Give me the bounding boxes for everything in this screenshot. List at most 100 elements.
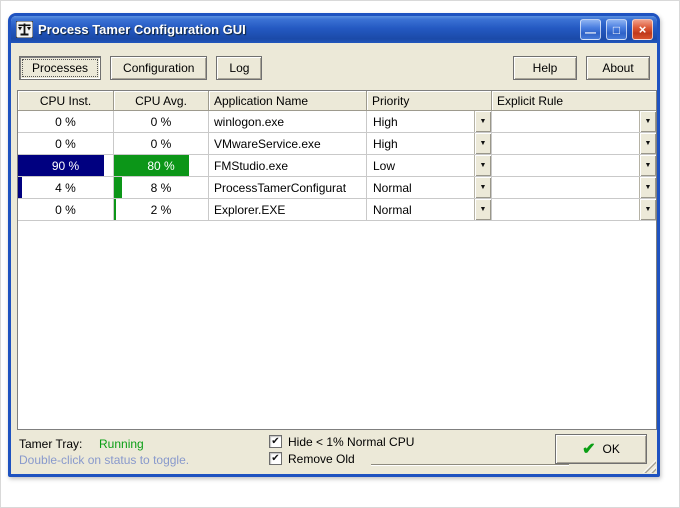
cpu-inst-cell: 90 %	[18, 155, 114, 176]
tab-processes[interactable]: Processes	[19, 56, 102, 80]
hide-normal-cpu-checkbox[interactable]: ✔ Hide < 1% Normal CPU	[269, 433, 414, 450]
priority-cell: High ▼	[367, 133, 492, 154]
cpu-avg-cell: 2 %	[114, 199, 209, 220]
cpu-avg-cell: 0 %	[114, 111, 209, 132]
table-row[interactable]: 0 % 2 % Explorer.EXE Normal ▼ ▼	[18, 199, 656, 221]
table-header: CPU Inst. CPU Avg. Application Name Prio…	[18, 91, 656, 111]
priority-cell: High ▼	[367, 111, 492, 132]
chevron-down-icon[interactable]: ▼	[639, 199, 656, 220]
checkbox-label: Remove Old	[288, 451, 355, 466]
title-bar[interactable]: Process Tamer Configuration GUI — □ ×	[11, 16, 657, 43]
explicit-rule-dropdown[interactable]: ▼	[492, 177, 656, 198]
priority-dropdown[interactable]: Low ▼	[367, 155, 491, 176]
client-area: Processes Configuration Log Help About C…	[11, 43, 657, 474]
explicit-rule-cell: ▼	[492, 199, 656, 220]
priority-dropdown[interactable]: Normal ▼	[367, 199, 491, 220]
column-header-priority[interactable]: Priority	[367, 91, 492, 110]
minimize-button[interactable]: —	[580, 19, 601, 40]
chevron-down-icon[interactable]: ▼	[474, 155, 491, 176]
chevron-down-icon[interactable]: ▼	[474, 133, 491, 154]
cpu-inst-value: 0 %	[55, 202, 76, 217]
cpu-inst-bar	[18, 177, 22, 198]
priority-value: Low	[373, 158, 396, 173]
explicit-rule-cell: ▼	[492, 133, 656, 154]
tray-status-label: Tamer Tray:	[19, 437, 83, 451]
chevron-down-icon[interactable]: ▼	[639, 111, 656, 132]
explicit-rule-dropdown[interactable]: ▼	[492, 133, 656, 154]
explicit-rule-dropdown[interactable]: ▼	[492, 111, 656, 132]
priority-dropdown[interactable]: High ▼	[367, 111, 491, 132]
table-row[interactable]: 0 % 0 % VMwareService.exe High ▼ ▼	[18, 133, 656, 155]
footer-divider	[371, 464, 569, 466]
tray-status-hint: Double-click on status to toggle.	[19, 453, 190, 467]
priority-value: Normal	[373, 180, 412, 195]
cpu-avg-bar	[114, 199, 116, 220]
ok-button-label: OK	[602, 442, 620, 456]
table-row[interactable]: 90 % 80 % FMStudio.exe Low ▼ ▼	[18, 155, 656, 177]
checkbox-label: Hide < 1% Normal CPU	[288, 434, 415, 449]
cpu-avg-value: 0 %	[150, 114, 172, 129]
application-name-cell: ProcessTamerConfigurat	[209, 177, 367, 198]
chevron-down-icon[interactable]: ▼	[639, 177, 656, 198]
chevron-down-icon[interactable]: ▼	[474, 111, 491, 132]
chevron-down-icon[interactable]: ▼	[639, 155, 656, 176]
tab-configuration[interactable]: Configuration	[110, 56, 208, 80]
application-name-cell: FMStudio.exe	[209, 155, 367, 176]
priority-cell: Low ▼	[367, 155, 492, 176]
cpu-inst-value: 90 %	[51, 158, 80, 173]
cpu-avg-value: 8 %	[150, 180, 172, 195]
application-name-cell: winlogon.exe	[209, 111, 367, 132]
cpu-avg-cell: 8 %	[114, 177, 209, 198]
tray-status-value[interactable]: Running	[99, 437, 144, 451]
about-button[interactable]: About	[586, 56, 650, 80]
cpu-inst-cell: 4 %	[18, 177, 114, 198]
cpu-avg-cell: 80 %	[114, 155, 209, 176]
cpu-avg-bar	[114, 177, 122, 198]
tab-bar: Processes Configuration Log	[19, 56, 263, 80]
page-background: Process Tamer Configuration GUI — □ × Pr…	[0, 0, 680, 508]
column-header-explicit-rule[interactable]: Explicit Rule	[492, 91, 656, 110]
table-row[interactable]: 4 % 8 % ProcessTamerConfigurat Normal ▼	[18, 177, 656, 199]
checkbox-check-icon[interactable]: ✔	[269, 435, 282, 448]
application-name-cell: Explorer.EXE	[209, 199, 367, 220]
table-row[interactable]: 0 % 0 % winlogon.exe High ▼ ▼	[18, 111, 656, 133]
app-window: Process Tamer Configuration GUI — □ × Pr…	[8, 13, 660, 477]
priority-cell: Normal ▼	[367, 199, 492, 220]
column-header-cpu-avg[interactable]: CPU Avg.	[114, 91, 209, 110]
explicit-rule-dropdown[interactable]: ▼	[492, 199, 656, 220]
help-button[interactable]: Help	[513, 56, 577, 80]
cpu-inst-cell: 0 %	[18, 111, 114, 132]
top-right-buttons: Help About	[513, 56, 650, 80]
chevron-down-icon[interactable]: ▼	[474, 177, 491, 198]
priority-value: Normal	[373, 202, 412, 217]
ok-button[interactable]: ✔ OK	[555, 434, 647, 464]
maximize-button[interactable]: □	[606, 19, 627, 40]
maximize-icon: □	[612, 22, 621, 37]
explicit-rule-cell: ▼	[492, 111, 656, 132]
cpu-inst-value: 0 %	[55, 114, 76, 129]
explicit-rule-dropdown[interactable]: ▼	[492, 155, 656, 176]
chevron-down-icon[interactable]: ▼	[639, 133, 656, 154]
priority-dropdown[interactable]: Normal ▼	[367, 177, 491, 198]
cpu-inst-cell: 0 %	[18, 199, 114, 220]
cpu-inst-value: 4 %	[55, 180, 76, 195]
checkbox-check-icon[interactable]: ✔	[269, 452, 282, 465]
cpu-avg-value: 80 %	[147, 158, 175, 173]
cpu-avg-value: 0 %	[150, 136, 172, 151]
chevron-down-icon[interactable]: ▼	[474, 199, 491, 220]
column-header-application[interactable]: Application Name	[209, 91, 367, 110]
priority-dropdown[interactable]: High ▼	[367, 133, 491, 154]
cpu-inst-cell: 0 %	[18, 133, 114, 154]
tray-status-line: Tamer Tray: Running	[19, 437, 144, 451]
scales-icon	[16, 21, 33, 38]
minimize-icon: —	[585, 27, 596, 39]
green-check-icon: ✔	[582, 441, 596, 458]
priority-value: High	[373, 136, 398, 151]
process-table: CPU Inst. CPU Avg. Application Name Prio…	[17, 90, 657, 430]
priority-value: High	[373, 114, 398, 129]
priority-cell: Normal ▼	[367, 177, 492, 198]
close-icon: ×	[638, 22, 647, 37]
tab-log[interactable]: Log	[216, 56, 263, 80]
close-button[interactable]: ×	[632, 19, 653, 40]
column-header-cpu-inst[interactable]: CPU Inst.	[18, 91, 114, 110]
